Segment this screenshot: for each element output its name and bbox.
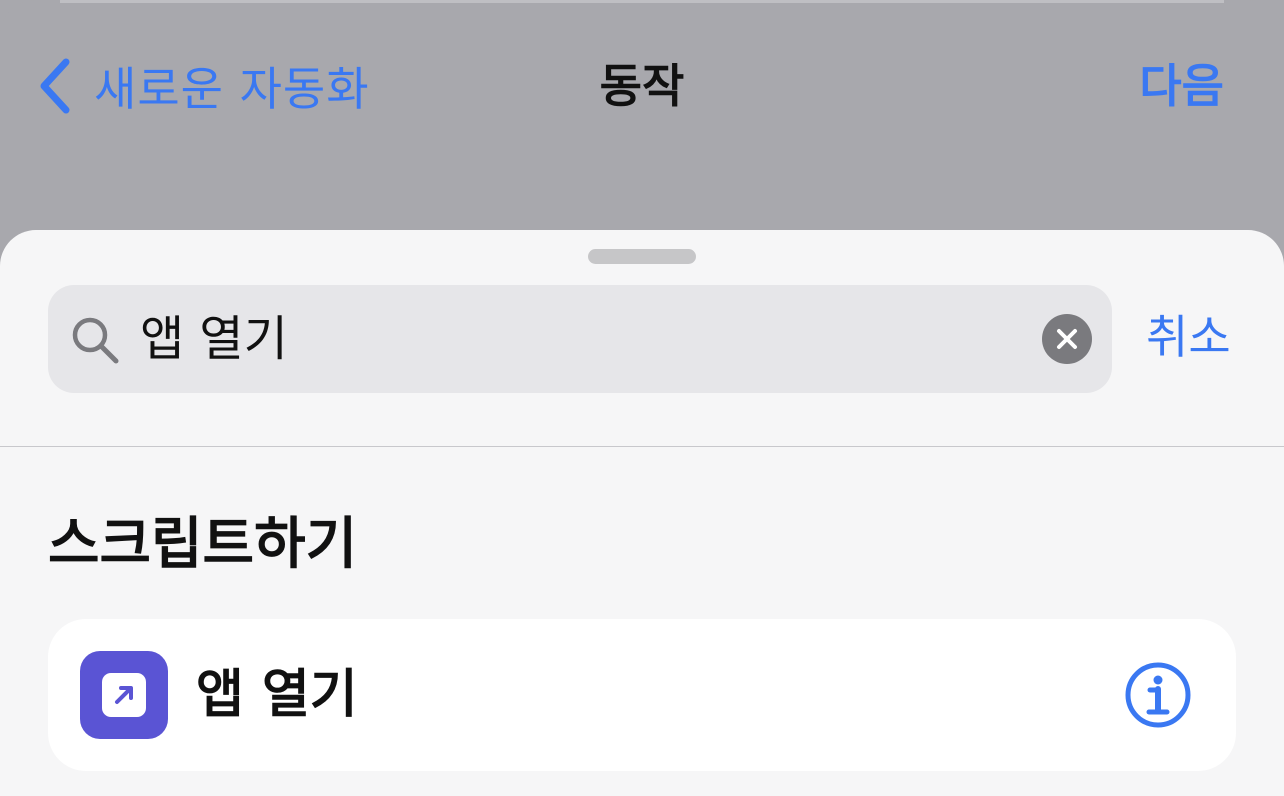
action-label: 앱 열기 <box>196 665 358 725</box>
open-app-icon <box>80 651 168 739</box>
search-field[interactable]: 앱 열기 <box>48 285 1112 393</box>
section-header: 스크립트하기 <box>48 512 358 577</box>
divider <box>0 446 1284 447</box>
close-icon <box>1057 329 1077 349</box>
clear-search-button[interactable] <box>1042 314 1092 364</box>
action-row-open-app[interactable]: 앱 열기 <box>48 619 1236 771</box>
search-icon <box>70 315 120 369</box>
action-search-sheet: 앱 열기 취소 스크립트하기 앱 열기 <box>0 230 1284 796</box>
sheet-grabber[interactable] <box>588 249 696 264</box>
search-input[interactable]: 앱 열기 <box>140 307 288 371</box>
page-title: 동작 <box>599 59 685 113</box>
top-edge <box>60 0 1224 3</box>
navigation-bar: 새로운 자동화 동작 다음 <box>0 0 1284 230</box>
info-icon[interactable] <box>1124 661 1192 729</box>
next-button[interactable]: 다음 <box>1139 56 1224 116</box>
cancel-button[interactable]: 취소 <box>1146 305 1231 369</box>
